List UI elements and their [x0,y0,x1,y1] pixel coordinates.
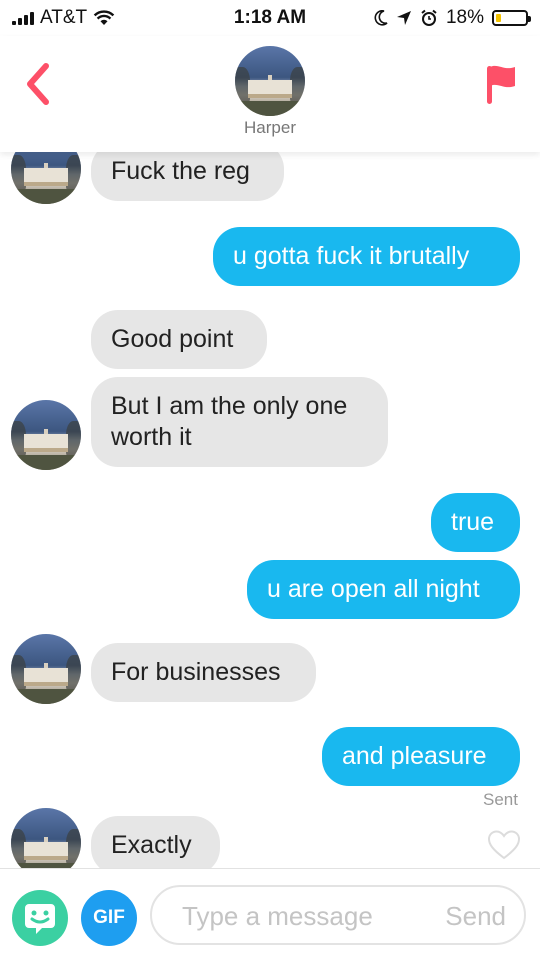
contact-avatar-small[interactable] [11,400,81,470]
send-button[interactable]: Send [445,901,506,932]
message-incoming[interactable]: Fuck the reg [91,152,284,201]
message-input[interactable] [180,897,414,935]
alarm-icon [421,9,437,26]
message-outgoing[interactable]: u are open all night [247,560,520,619]
composer-bar: GIF Send [0,868,540,961]
chat-header: Harper [0,36,540,152]
message-input-container: Send [150,885,526,945]
delivery-status: Sent [483,790,518,809]
contact-avatar[interactable] [235,46,305,116]
battery-icon [492,10,531,26]
message-outgoing[interactable]: and pleasure [322,727,520,786]
message-incoming[interactable]: Exactly [91,816,220,868]
message-incoming[interactable]: But I am the only one worth it [91,377,388,467]
sticker-button[interactable] [12,890,68,946]
status-bar: AT&T 1:18 AM 18% [0,0,540,36]
gif-button[interactable]: GIF [81,890,137,946]
message-incoming[interactable]: For businesses [91,643,316,702]
contact-avatar-small[interactable] [11,808,81,868]
message-outgoing[interactable]: u gotta fuck it brutally [213,227,520,286]
battery-fill [496,14,501,22]
status-right: 18% [374,7,531,29]
battery-percent: 18% [445,7,484,28]
contact-avatar-small[interactable] [11,634,81,704]
heart-icon[interactable] [488,830,520,860]
smiley-icon [25,904,55,934]
chevron-left-icon[interactable] [22,62,52,106]
moon-icon [374,10,388,26]
flag-icon[interactable] [484,62,518,106]
contact-avatar-small[interactable] [11,152,81,204]
message-incoming[interactable]: Good point [91,310,267,369]
contact-name[interactable]: Harper [0,118,540,138]
location-arrow-icon [396,11,411,25]
message-list[interactable]: Fuck the reg u gotta fuck it brutally Go… [0,152,540,868]
message-outgoing[interactable]: true [431,493,520,552]
